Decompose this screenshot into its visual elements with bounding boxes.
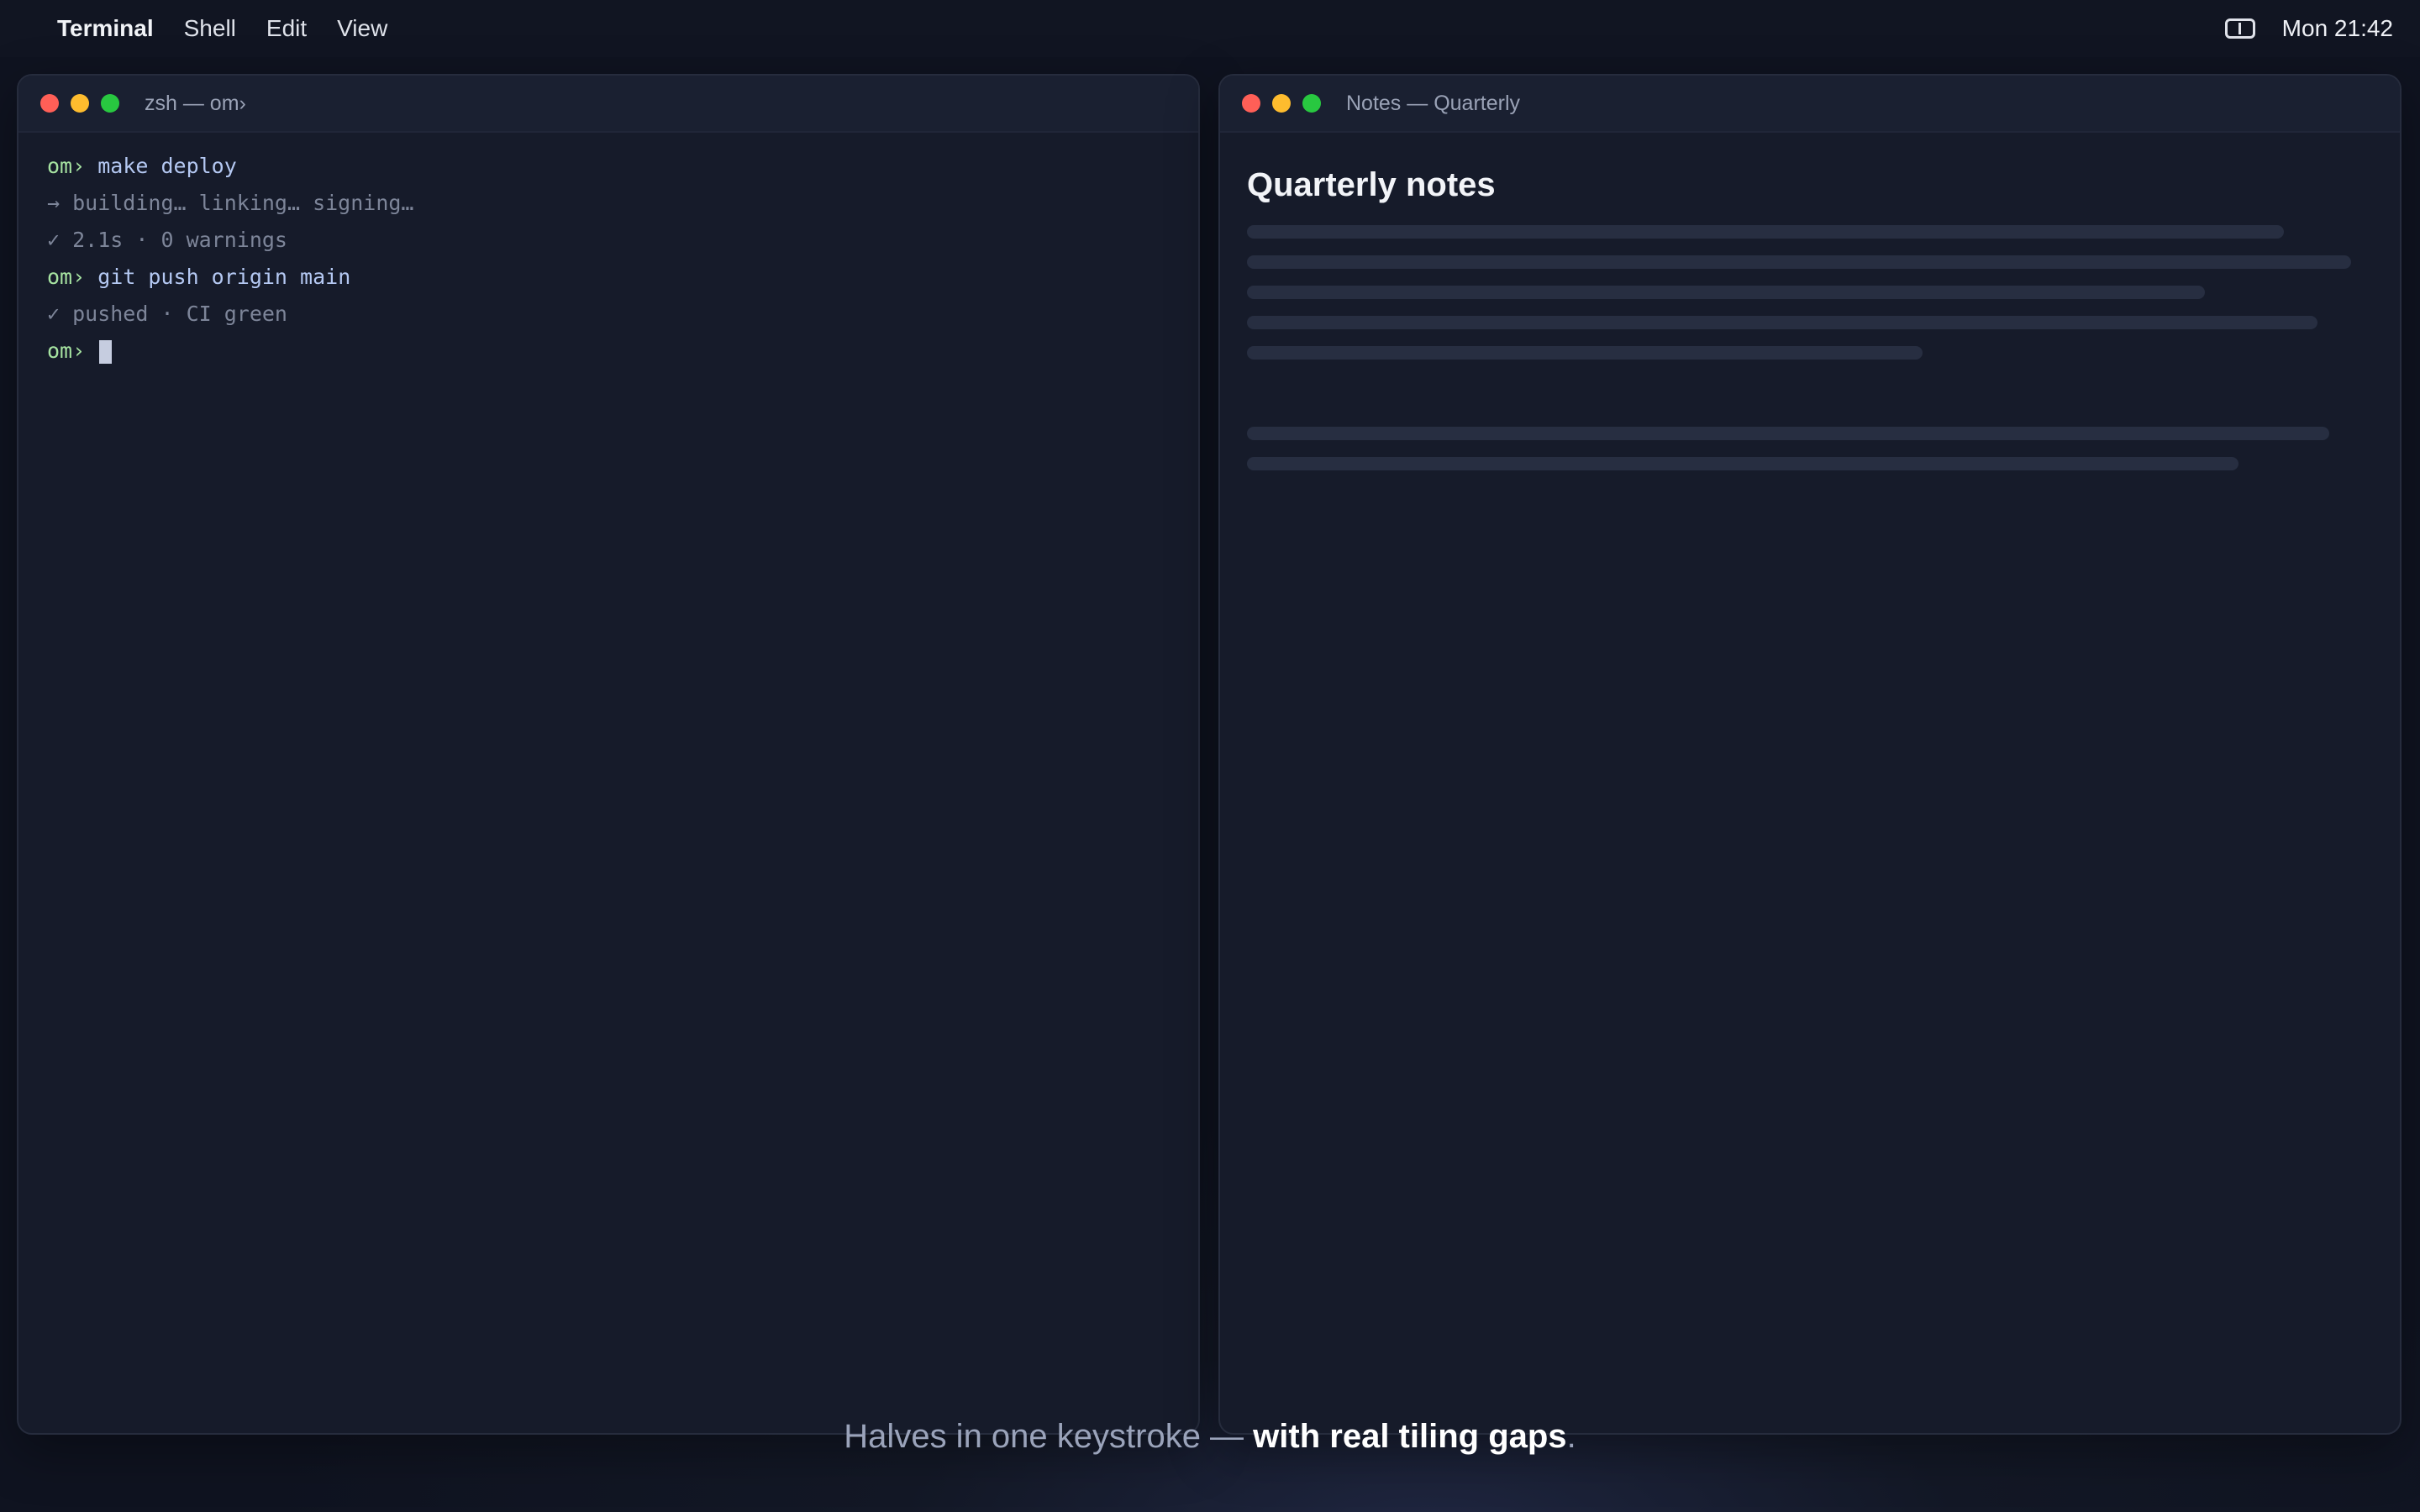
notes-titlebar[interactable]: Notes — Quarterly [1220, 76, 2400, 133]
notes-paragraph [1247, 427, 2400, 470]
shell-prompt: om› [47, 339, 86, 363]
maximize-button[interactable] [1302, 94, 1321, 113]
shell-prompt: om› [47, 265, 86, 289]
notes-heading: Quarterly notes [1247, 166, 1496, 203]
text-placeholder-line [1247, 225, 2284, 239]
text-placeholder-line [1247, 427, 2329, 440]
text-placeholder-line [1247, 346, 1923, 360]
menu-bar: Terminal Shell Edit View Mon 21:42 [0, 0, 2420, 57]
caption-text: Halves in one keystroke — [844, 1418, 1254, 1455]
minimize-button[interactable] [1272, 94, 1291, 113]
terminal-line: → building… linking… signing… [47, 185, 1198, 222]
terminal-line: om› git push origin main [47, 259, 1198, 296]
terminal-content[interactable]: om› make deploy → building… linking… sig… [18, 133, 1198, 370]
terminal-line: om› [47, 333, 1198, 370]
terminal-line: ✓ 2.1s · 0 warnings [47, 222, 1198, 259]
shell-command: make deploy [97, 154, 237, 178]
shell-output: ✓ pushed · CI green [47, 302, 287, 326]
split-view-icon[interactable] [2224, 18, 2255, 39]
caption: Halves in one keystroke — with real tili… [0, 1411, 2420, 1462]
terminal-line: ✓ pushed · CI green [47, 296, 1198, 333]
text-cursor [99, 340, 113, 364]
terminal-window[interactable]: zsh — om› om› make deploy → building… li… [17, 74, 1200, 1435]
text-placeholder-line [1247, 286, 2205, 299]
notes-paragraph [1247, 225, 2400, 360]
notes-window-title: Notes — Quarterly [1346, 91, 1521, 115]
caption-end: . [1566, 1418, 1576, 1455]
menu-shell[interactable]: Shell [184, 0, 236, 57]
text-placeholder-line [1247, 316, 2317, 329]
close-button[interactable] [40, 94, 59, 113]
menu-app-terminal[interactable]: Terminal [57, 0, 154, 57]
terminal-window-title: zsh — om› [145, 91, 246, 115]
menu-clock[interactable]: Mon 21:42 [2282, 15, 2393, 42]
terminal-titlebar[interactable]: zsh — om› [18, 76, 1198, 133]
text-placeholder-line [1247, 255, 2351, 269]
close-button[interactable] [1242, 94, 1260, 113]
shell-prompt: om› [47, 154, 86, 178]
shell-output: → building… linking… signing… [47, 191, 414, 215]
shell-command: git push origin main [97, 265, 351, 289]
menu-edit[interactable]: Edit [266, 0, 307, 57]
menu-view[interactable]: View [337, 0, 387, 57]
shell-output: ✓ 2.1s · 0 warnings [47, 228, 287, 252]
maximize-button[interactable] [101, 94, 119, 113]
notes-content[interactable]: Quarterly notes [1220, 133, 2400, 470]
notes-window[interactable]: Notes — Quarterly Quarterly notes [1218, 74, 2402, 1435]
minimize-button[interactable] [71, 94, 89, 113]
caption-emphasis: with real tiling gaps [1253, 1418, 1567, 1455]
text-placeholder-line [1247, 457, 2238, 470]
terminal-line: om› make deploy [47, 148, 1198, 185]
